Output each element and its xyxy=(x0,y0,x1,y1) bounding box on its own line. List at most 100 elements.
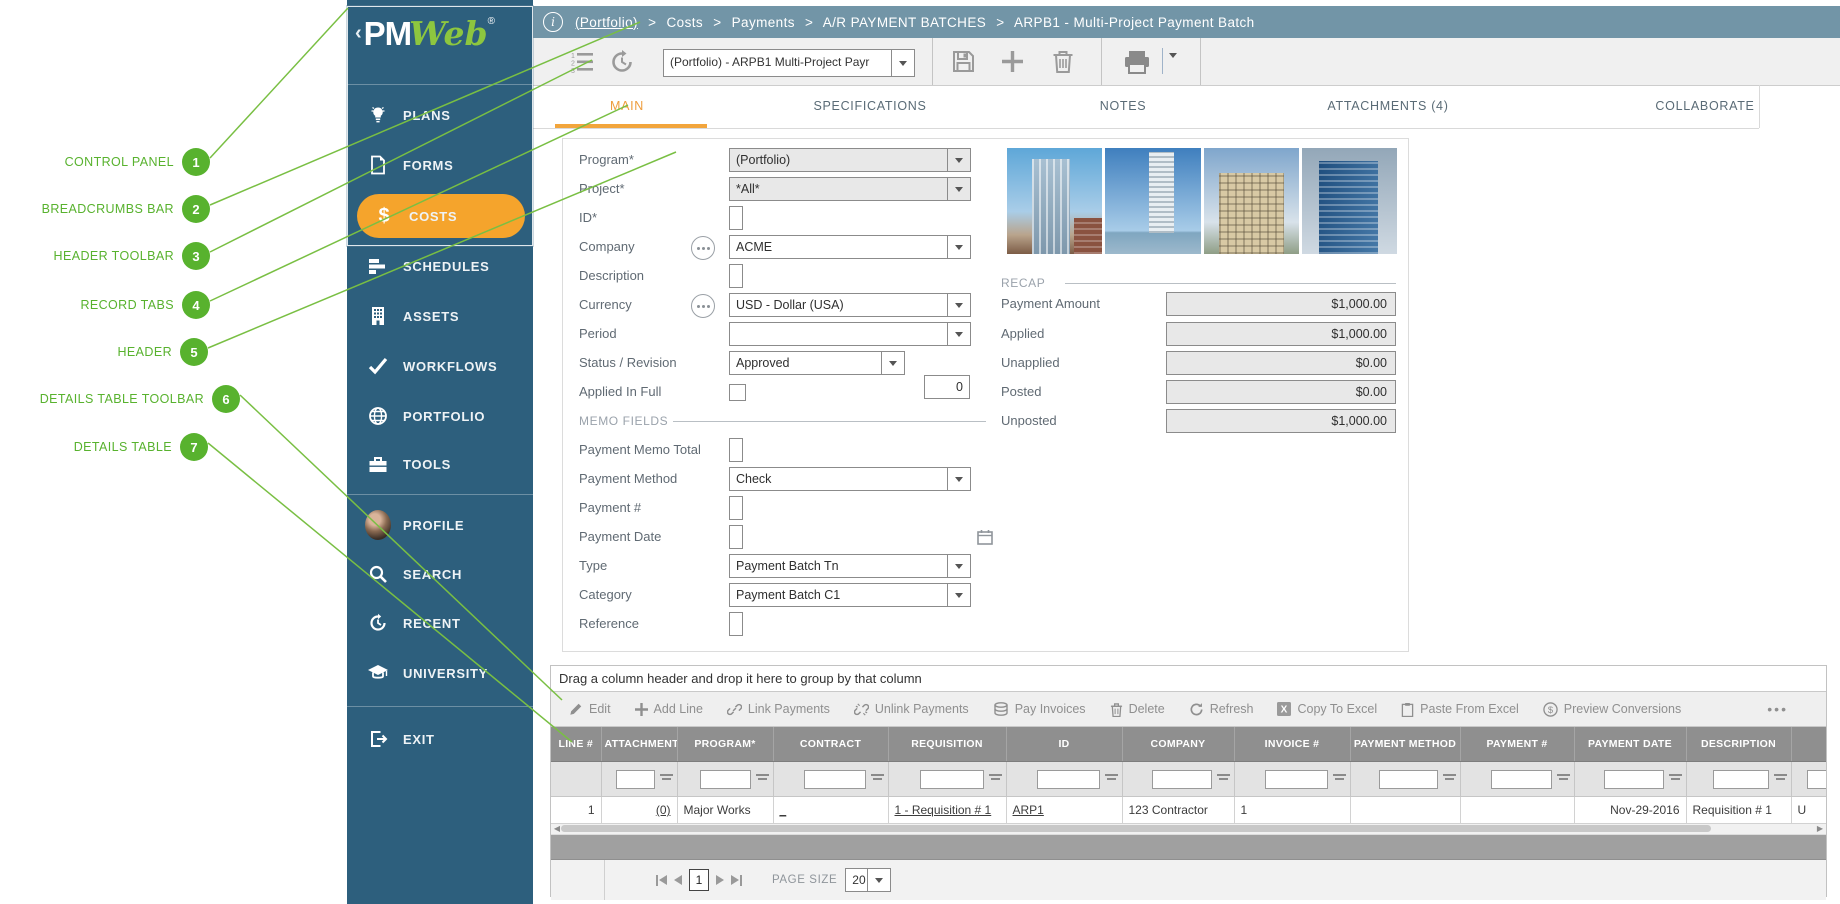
sidebar-item-plans[interactable]: PLANS xyxy=(347,93,533,137)
record-history-icon[interactable] xyxy=(609,49,635,75)
column-header-line[interactable]: LINE # xyxy=(551,727,601,762)
column-header-program[interactable]: PROGRAM* xyxy=(677,727,773,762)
column-header-invoice[interactable]: INVOICE # xyxy=(1234,727,1350,762)
column-header-attachment[interactable]: ATTACHMENT xyxy=(601,727,677,762)
tab-main[interactable]: MAIN xyxy=(610,85,644,128)
sidebar-item-costs-active[interactable]: $ COSTS xyxy=(357,194,525,238)
add-icon[interactable] xyxy=(999,48,1026,75)
tab-collaborate[interactable]: COLLABORATE xyxy=(1655,85,1754,128)
filter-input[interactable] xyxy=(1379,770,1438,789)
column-header-company[interactable]: COMPANY xyxy=(1122,727,1234,762)
edit-button[interactable]: Edit xyxy=(569,702,611,716)
reference-input[interactable] xyxy=(729,612,743,636)
chevron-down-icon[interactable] xyxy=(947,294,970,316)
chevron-down-icon[interactable] xyxy=(947,178,970,200)
id-input[interactable] xyxy=(729,206,743,230)
payment-method-select[interactable]: Check xyxy=(729,467,971,491)
breadcrumb-payment-batches[interactable]: A/R PAYMENT BATCHES xyxy=(823,15,986,30)
print-icon[interactable] xyxy=(1123,50,1151,74)
info-icon[interactable]: i xyxy=(543,12,563,32)
filter-input[interactable] xyxy=(920,770,983,789)
tab-specifications[interactable]: SPECIFICATIONS xyxy=(813,85,926,128)
sidebar-item-exit[interactable]: EXIT xyxy=(347,717,533,761)
column-header-description[interactable]: DESCRIPTION xyxy=(1686,727,1791,762)
scroll-right-icon[interactable]: ▶ xyxy=(1816,825,1824,833)
print-options-chevron-icon[interactable] xyxy=(1169,58,1177,76)
filter-icon[interactable] xyxy=(1443,773,1456,785)
paste-from-excel-button[interactable]: Paste From Excel xyxy=(1401,702,1519,717)
filter-input[interactable] xyxy=(1604,770,1664,789)
filter-input[interactable] xyxy=(1807,770,1826,789)
sidebar-item-assets[interactable]: ASSETS xyxy=(347,294,533,338)
column-header-id[interactable]: ID xyxy=(1006,727,1122,762)
filter-input[interactable] xyxy=(616,770,655,789)
refresh-button[interactable]: Refresh xyxy=(1189,702,1254,717)
revision-input[interactable] xyxy=(924,375,970,399)
type-select[interactable]: Payment Batch Tn xyxy=(729,554,971,578)
more-actions-button[interactable]: ••• xyxy=(1767,701,1788,717)
filter-icon[interactable] xyxy=(1774,773,1787,785)
filter-icon[interactable] xyxy=(756,773,769,785)
group-by-drop-zone[interactable]: Drag a column header and drop it here to… xyxy=(551,666,1826,692)
column-header-payment-method[interactable]: PAYMENT METHOD xyxy=(1350,727,1460,762)
column-header-contract[interactable]: CONTRACT xyxy=(773,727,888,762)
sidebar-item-tools[interactable]: TOOLS xyxy=(347,442,533,486)
company-lookup-button[interactable] xyxy=(691,236,715,260)
next-page-button[interactable] xyxy=(716,875,724,885)
chevron-down-icon[interactable] xyxy=(947,555,970,577)
save-icon[interactable] xyxy=(951,49,976,74)
filter-icon[interactable] xyxy=(1557,773,1570,785)
filter-input[interactable] xyxy=(804,770,865,789)
payment-number-input[interactable] xyxy=(729,496,743,520)
filter-icon[interactable] xyxy=(1333,773,1346,785)
sidebar-item-schedules[interactable]: SCHEDULES xyxy=(347,244,533,288)
filter-icon[interactable] xyxy=(1105,773,1118,785)
tab-notes[interactable]: NOTES xyxy=(1100,85,1147,128)
attachment-count-link[interactable]: (0) xyxy=(656,803,671,817)
preview-conversions-button[interactable]: $ Preview Conversions xyxy=(1543,702,1681,717)
breadcrumb-costs[interactable]: Costs xyxy=(667,15,704,30)
chevron-down-icon[interactable] xyxy=(891,50,914,76)
breadcrumb-portfolio-link[interactable]: (Portfolio) xyxy=(575,15,638,30)
applied-in-full-checkbox[interactable] xyxy=(729,384,746,401)
program-select[interactable]: (Portfolio) xyxy=(729,148,971,172)
sidebar-item-forms[interactable]: FORMS xyxy=(347,143,533,187)
payment-memo-total-input[interactable] xyxy=(729,438,743,462)
last-page-button[interactable] xyxy=(731,875,742,886)
status-select[interactable]: Approved xyxy=(729,351,905,375)
filter-input[interactable] xyxy=(1037,770,1099,789)
period-select[interactable] xyxy=(729,322,971,346)
previous-page-button[interactable] xyxy=(674,875,682,885)
column-header-requisition[interactable]: REQUISITION xyxy=(888,727,1006,762)
sidebar-item-portfolio[interactable]: PORTFOLIO xyxy=(347,394,533,438)
delete-line-button[interactable]: Delete xyxy=(1110,702,1165,717)
numbered-list-icon[interactable]: 123 xyxy=(570,50,594,74)
scroll-left-icon[interactable]: ◀ xyxy=(553,825,561,833)
sidebar-item-workflows[interactable]: WORKFLOWS xyxy=(347,344,533,388)
filter-icon[interactable] xyxy=(989,773,1002,785)
category-select[interactable]: Payment Batch C1 xyxy=(729,583,971,607)
column-header-payment-number[interactable]: PAYMENT # xyxy=(1460,727,1574,762)
pay-invoices-button[interactable]: Pay Invoices xyxy=(993,702,1086,716)
sidebar-item-recent[interactable]: RECENT xyxy=(347,601,533,645)
column-header-partial[interactable] xyxy=(1791,727,1826,762)
horizontal-scrollbar[interactable]: ◀ ▶ xyxy=(551,824,1826,835)
table-row[interactable]: 1 (0) Major Works _ 1 - Requisition # 1 … xyxy=(551,797,1826,824)
breadcrumb-payments[interactable]: Payments xyxy=(732,15,795,30)
copy-to-excel-button[interactable]: X Copy To Excel xyxy=(1277,702,1377,716)
sidebar-item-search[interactable]: SEARCH xyxy=(347,552,533,596)
currency-lookup-button[interactable] xyxy=(691,294,715,318)
chevron-down-icon[interactable] xyxy=(947,236,970,258)
tab-attachments[interactable]: ATTACHMENTS (4) xyxy=(1327,85,1448,128)
first-page-button[interactable] xyxy=(656,875,667,886)
description-input[interactable] xyxy=(729,264,743,288)
record-selector-dropdown[interactable]: (Portfolio) - ARPB1 Multi-Project Payr xyxy=(663,49,915,77)
chevron-down-icon[interactable] xyxy=(947,468,970,490)
sidebar-collapse-icon[interactable]: ‹ xyxy=(355,22,362,45)
page-size-select[interactable]: 20 xyxy=(845,868,891,892)
filter-input[interactable] xyxy=(1152,770,1212,789)
project-select[interactable]: *All* xyxy=(729,177,971,201)
filter-icon[interactable] xyxy=(1669,773,1682,785)
chevron-down-icon[interactable] xyxy=(947,149,970,171)
company-select[interactable]: ACME xyxy=(729,235,971,259)
